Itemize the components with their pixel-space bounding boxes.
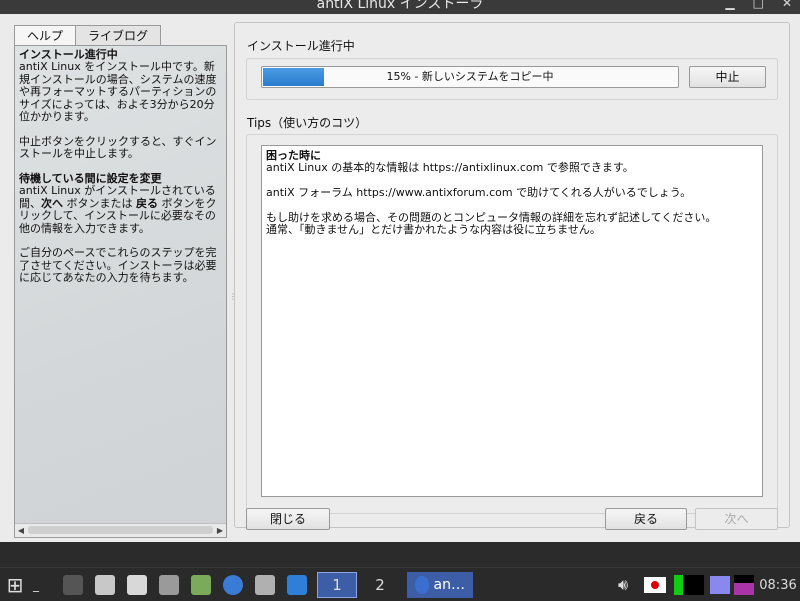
tab-help[interactable]: ヘルプ [14, 25, 77, 46]
abort-button[interactable]: 中止 [689, 66, 766, 88]
globe-icon [415, 576, 429, 594]
help-text: インストール進行中 antiX Linux をインストール中です。新規インストー… [19, 48, 225, 297]
installer-window: ヘルプ ライブログ インストール進行中 antiX Linux をインストール中… [0, 14, 800, 542]
help-paragraph-pace: ご自分のペースでこれらのステップを完了させてください。インストーラは必要に応じて… [19, 246, 217, 285]
taskbar: ⊞ _ 1 2 an… 🔊︎ 08:36 [0, 567, 800, 601]
help-horizontal-scrollbar[interactable]: ◀ ▶ [15, 523, 226, 537]
back-button[interactable]: 戻る [605, 508, 687, 530]
tips-line-notice: 通常、「動きません」とだけ書かれたような内容は役に立ちません。 [266, 223, 601, 237]
scroll-left-icon[interactable]: ◀ [15, 524, 27, 537]
installer-launcher-icon[interactable] [94, 572, 116, 598]
taskbar-window-label: an… [433, 577, 465, 593]
browser-icon[interactable] [222, 572, 244, 598]
progress-bar: 15% - 新しいシステムをコピー中 [261, 66, 679, 88]
tips-text: 困った時に antiX Linux の基本的な情報は https://antix… [266, 149, 758, 249]
help-paragraph-settings-b: ボタンまたは [63, 196, 136, 210]
tab-live-log[interactable]: ライブログ [75, 25, 162, 45]
show-desktop-icon[interactable]: _ [30, 572, 42, 598]
close-button[interactable]: 閉じる [246, 508, 330, 530]
tips-frame: 困った時に antiX Linux の基本的な情報は https://antix… [246, 134, 778, 514]
memory-monitor-icon [709, 572, 731, 598]
taskbar-window-installer[interactable]: an… [407, 572, 473, 598]
tips-section-label: Tips（使い方のコツ） [247, 116, 368, 130]
progress-section-label: インストール進行中 [247, 39, 355, 53]
progress-frame: 15% - 新しいシステムをコピー中 中止 [246, 58, 778, 100]
desktop-1-button[interactable]: 1 [317, 572, 357, 598]
help-next-word: 次へ [41, 196, 63, 210]
volume-icon[interactable]: 🔊︎ [612, 572, 634, 598]
scroll-right-icon[interactable]: ▶ [214, 524, 226, 537]
drive-icon[interactable] [158, 572, 180, 598]
title-bar[interactable]: antiX Linux インストーラ ▁ □ ✕ [0, 0, 800, 14]
text-editor-icon[interactable] [190, 572, 212, 598]
tips-line-forum: antiX フォーラム https://www.antixforum.com で… [266, 186, 692, 200]
minimize-icon[interactable]: ▁ [725, 0, 734, 10]
help-paragraph-abort: 中止ボタンをクリックすると、すぐインストールを中止します。 [19, 134, 217, 161]
close-icon[interactable]: ✕ [782, 0, 792, 10]
clock: 08:36 [759, 577, 797, 593]
network-monitor-icon [733, 572, 755, 598]
package-installer-icon[interactable] [254, 572, 276, 598]
progress-text: 15% - 新しいシステムをコピー中 [386, 70, 554, 83]
tips-box: 困った時に antiX Linux の基本的な情報は https://antix… [261, 145, 763, 497]
help-back-word: 戻る [136, 196, 158, 210]
keyboard-layout-flag-icon[interactable] [643, 572, 667, 598]
pane-splitter[interactable]: ⋮ [229, 293, 237, 308]
progress-pane: インストール進行中 15% - 新しいシステムをコピー中 中止 Tips（使い方… [234, 22, 790, 528]
update-icon[interactable] [286, 572, 308, 598]
workspace-icon[interactable] [62, 572, 84, 598]
window-title: antiX Linux インストーラ [316, 0, 484, 12]
maximize-icon[interactable]: □ [753, 0, 764, 10]
desktop-2-button[interactable]: 2 [362, 572, 398, 598]
help-tabs: ヘルプ ライブログ [14, 25, 162, 46]
next-button[interactable]: 次へ [695, 508, 778, 530]
files-icon[interactable] [126, 572, 148, 598]
tips-line-info: antiX Linux の基本的な情報は https://antixlinux.… [266, 161, 634, 175]
cpu-monitor-icon [673, 572, 705, 598]
menu-icon[interactable]: ⊞ [2, 572, 28, 598]
help-panel: インストール進行中 antiX Linux をインストール中です。新規インストー… [14, 45, 227, 538]
scroll-thumb[interactable] [28, 526, 213, 534]
help-paragraph-progress: antiX Linux をインストール中です。新規インストールの場合、システムの… [19, 60, 217, 124]
